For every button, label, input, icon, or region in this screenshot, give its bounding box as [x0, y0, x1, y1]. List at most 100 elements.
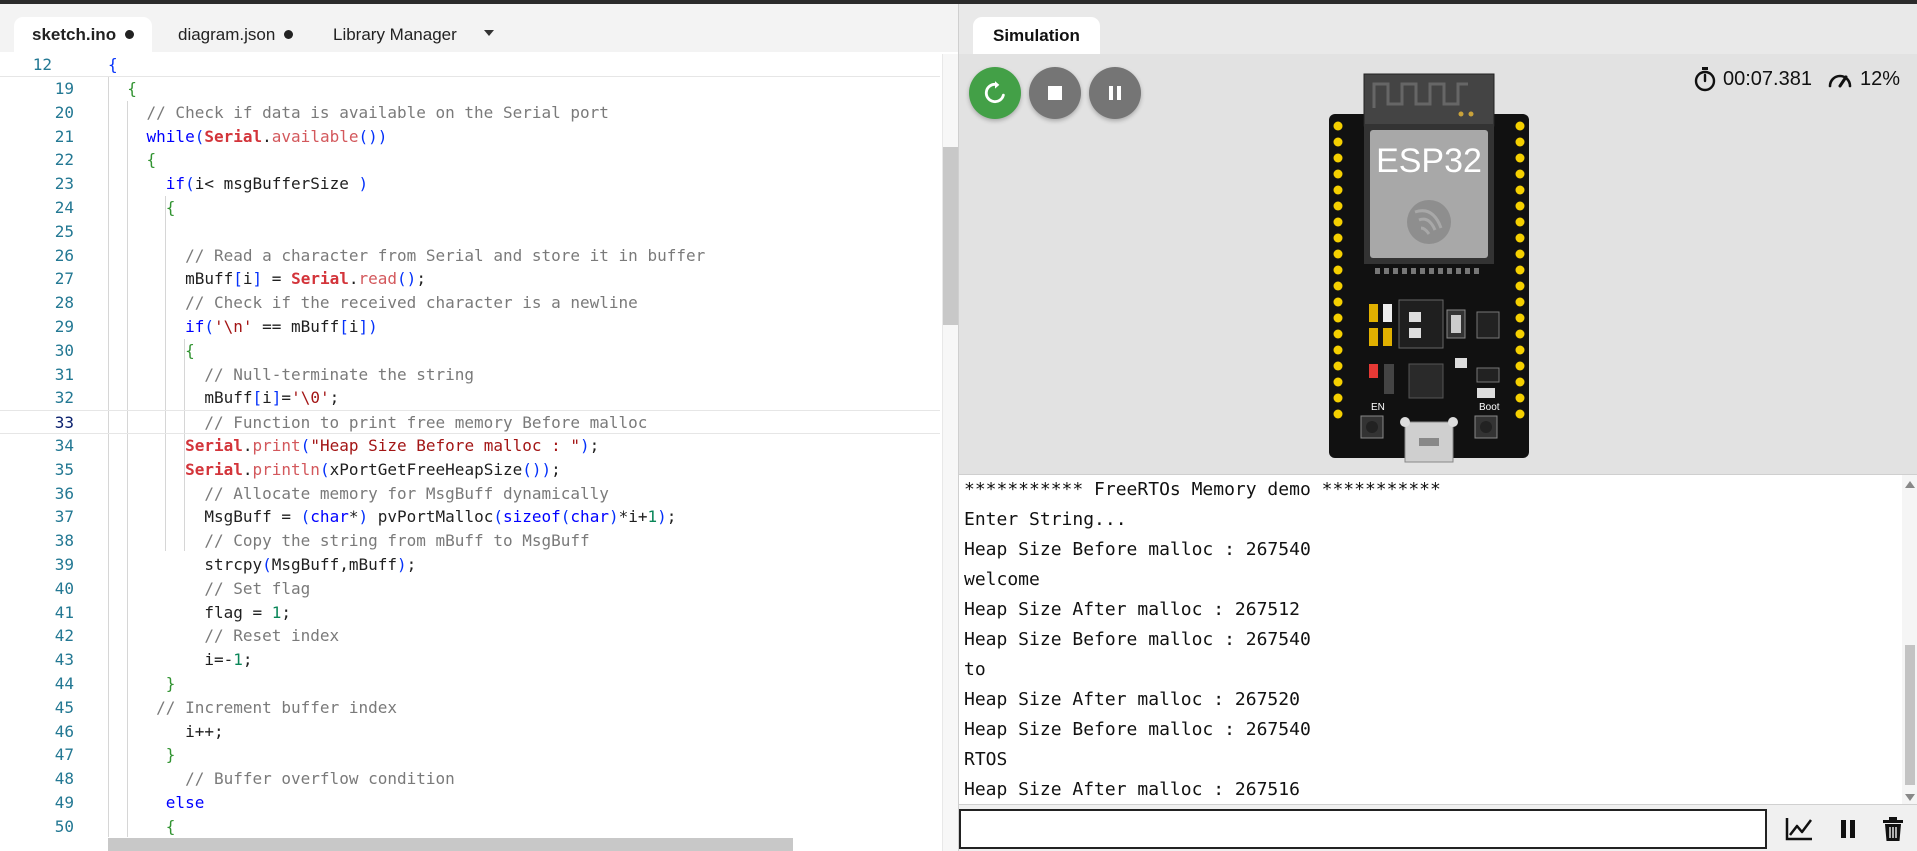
line-number: 43	[54, 650, 74, 670]
code-line[interactable]: 38 // Copy the string from mBuff to MsgB…	[0, 529, 940, 553]
scroll-up-icon[interactable]	[1905, 481, 1915, 488]
code-text: if('\n' == mBuff[i])	[185, 316, 378, 336]
code-line[interactable]: 27 mBuff[i] = Serial.read();	[0, 267, 940, 291]
code-line[interactable]: 29 if('\n' == mBuff[i])	[0, 315, 940, 339]
code-text: {	[108, 55, 118, 74]
code-area[interactable]: 19 {20 // Check if data is available on …	[0, 77, 940, 837]
code-text: {	[185, 340, 195, 360]
serial-output-line: Heap Size After malloc : 267520	[964, 689, 1300, 710]
stop-button[interactable]	[1029, 67, 1081, 119]
stopwatch-icon	[1694, 67, 1716, 92]
line-number: 21	[54, 126, 74, 146]
code-text: // Check if the received character is a …	[185, 293, 638, 313]
code-text: // Copy the string from mBuff to MsgBuff	[204, 531, 590, 551]
code-line[interactable]: 47 }	[0, 743, 940, 767]
line-number: 36	[54, 483, 74, 503]
code-line[interactable]: 36 // Allocate memory for MsgBuff dynami…	[0, 482, 940, 506]
editor-tab-bar: sketch.ino diagram.json Library Manager	[0, 4, 958, 52]
serial-scroll-thumb[interactable]	[1905, 645, 1915, 785]
serial-output-line: welcome	[964, 569, 1040, 590]
line-number: 30	[54, 340, 74, 360]
simulation-canvas[interactable]: 00:07.381 12% ESP32 EN Boot	[959, 54, 1917, 474]
line-number: 50	[54, 816, 74, 836]
editor-scroll-thumb[interactable]	[943, 147, 958, 325]
plotter-icon	[1785, 818, 1812, 841]
code-line[interactable]: 45 // Increment buffer index	[0, 696, 940, 720]
code-line[interactable]: 41 flag = 1;	[0, 601, 940, 625]
line-number: 49	[54, 792, 74, 812]
tab-diagram-json[interactable]: diagram.json	[160, 17, 311, 52]
simulation-pane: Simulation 00:07.381 12% ESP32 EN Boot *…	[958, 4, 1917, 851]
tab-simulation[interactable]: Simulation	[973, 17, 1100, 54]
line-number: 31	[54, 364, 74, 384]
line-number: 29	[54, 316, 74, 336]
code-line[interactable]: 24 {	[0, 196, 940, 220]
esp32-board[interactable]: ESP32 EN Boot	[1329, 72, 1529, 482]
modified-dot-icon	[125, 30, 135, 39]
code-line[interactable]: 21 while(Serial.available())	[0, 125, 940, 149]
board-label: ESP32	[1376, 142, 1482, 180]
code-line[interactable]: 28 // Check if the received character is…	[0, 291, 940, 315]
tab-label: sketch.ino	[32, 24, 117, 44]
serial-output-line: Heap Size Before malloc : 267540	[964, 539, 1311, 560]
code-line[interactable]: 40 // Set flag	[0, 577, 940, 601]
line-number: 46	[54, 721, 74, 741]
code-text: while(Serial.available())	[146, 126, 388, 146]
clear-serial-button[interactable]	[1873, 809, 1913, 849]
line-number: 26	[54, 245, 74, 265]
serial-output-line: to	[964, 659, 986, 680]
code-text: strcpy(MsgBuff,mBuff);	[108, 554, 417, 574]
line-number: 34	[54, 435, 74, 455]
code-line[interactable]: 44 }	[0, 672, 940, 696]
line-number: 20	[54, 102, 74, 122]
code-line[interactable]: 46 i++;	[0, 720, 940, 744]
sticky-scroll-line[interactable]: 12 {	[0, 53, 940, 77]
scroll-down-icon[interactable]	[1905, 794, 1915, 801]
code-text: i++;	[108, 721, 224, 741]
plotter-button[interactable]	[1779, 809, 1819, 849]
serial-scrollbar[interactable]	[1902, 475, 1917, 804]
stop-icon	[1048, 86, 1062, 100]
serial-input[interactable]	[959, 809, 1767, 849]
trash-icon	[1883, 817, 1903, 841]
code-line[interactable]: 33 // Function to print free memory Befo…	[0, 410, 940, 434]
code-line[interactable]: 25	[0, 220, 940, 244]
code-line[interactable]: 31 // Null-terminate the string	[0, 363, 940, 387]
code-text: // Reset index	[204, 626, 340, 646]
code-text: // Set flag	[204, 578, 311, 598]
pause-button[interactable]	[1089, 67, 1141, 119]
line-number: 23	[54, 174, 74, 194]
code-line[interactable]: 43 i=-1;	[0, 648, 940, 672]
editor-horizontal-scroll-thumb[interactable]	[108, 838, 793, 851]
code-line[interactable]: 35 Serial.println(xPortGetFreeHeapSize()…	[0, 458, 940, 482]
code-text: {	[127, 79, 137, 98]
tab-label: Library Manager	[333, 24, 457, 44]
line-number: 32	[54, 388, 74, 408]
chevron-down-icon[interactable]	[481, 26, 497, 40]
serial-pause-button[interactable]	[1828, 809, 1868, 849]
code-line[interactable]: 39 strcpy(MsgBuff,mBuff);	[0, 553, 940, 577]
tab-sketch-ino[interactable]: sketch.ino	[14, 17, 153, 52]
code-text: mBuff[i] = Serial.read();	[108, 269, 426, 289]
code-line[interactable]: 37 MsgBuff = (char*) pvPortMalloc(sizeof…	[0, 505, 940, 529]
restart-button[interactable]	[969, 67, 1021, 119]
code-line[interactable]: 20 // Check if data is available on the …	[0, 101, 940, 125]
code-line[interactable]: 30 {	[0, 339, 940, 363]
pause-icon	[1841, 820, 1855, 838]
code-line[interactable]: 22 {	[0, 148, 940, 172]
code-text: // Read a character from Serial and stor…	[185, 245, 706, 265]
code-line[interactable]: 34 Serial.print("Heap Size Before malloc…	[0, 434, 940, 458]
code-line[interactable]: 32 mBuff[i]='\0';	[0, 386, 940, 410]
tab-library-manager[interactable]: Library Manager	[315, 17, 475, 52]
code-line[interactable]: 50 {	[0, 815, 940, 837]
code-line[interactable]: 49 else	[0, 791, 940, 815]
line-number: 45	[54, 697, 74, 717]
serial-monitor-output[interactable]: *********** FreeRTOs Memory demo *******…	[959, 474, 1917, 804]
code-line[interactable]: 42 // Reset index	[0, 624, 940, 648]
code-text: {	[146, 150, 157, 170]
code-line[interactable]: 19 {	[0, 77, 940, 101]
code-text: mBuff[i]='\0';	[108, 388, 340, 408]
code-line[interactable]: 23 if(i< msgBufferSize )	[0, 172, 940, 196]
code-line[interactable]: 48 // Buffer overflow condition	[0, 767, 940, 791]
code-line[interactable]: 26 // Read a character from Serial and s…	[0, 244, 940, 268]
